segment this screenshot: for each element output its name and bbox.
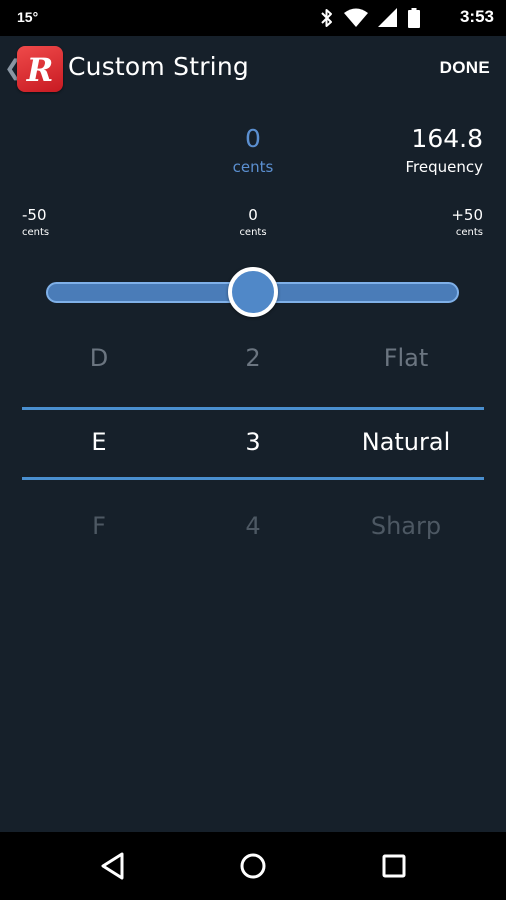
back-triangle-icon	[101, 852, 124, 880]
cell-signal-icon	[378, 8, 397, 27]
picker-selection-line-bottom	[22, 477, 484, 480]
status-time: 3:53	[459, 7, 494, 26]
navigation-bar	[0, 832, 506, 900]
cents-readout-value: 0	[245, 124, 261, 153]
app-logo-icon: R	[26, 51, 54, 89]
scale-mid-value: 0	[248, 206, 258, 224]
recents-square-icon	[382, 854, 406, 878]
nav-home-button[interactable]	[213, 832, 293, 900]
octave-picker-next[interactable]: 4	[203, 512, 303, 540]
scale-min-unit: cents	[22, 227, 50, 238]
app-bar: ❮ R Custom String DONE	[0, 36, 506, 102]
scale-max-value: +50	[451, 206, 483, 224]
status-bar: 15° 3:53	[0, 0, 506, 36]
cents-slider-thumb[interactable]	[227, 267, 278, 317]
scale-mid-unit: cents	[239, 227, 267, 238]
octave-picker-prev[interactable]: 2	[203, 344, 303, 372]
svg-text:R: R	[26, 51, 54, 89]
page-title: Custom String	[68, 52, 249, 81]
bluetooth-icon	[321, 9, 332, 27]
status-temperature: 15°	[17, 9, 39, 25]
scale-max-unit: cents	[455, 227, 483, 238]
status-icons	[320, 8, 420, 28]
wifi-icon	[344, 8, 368, 27]
accidental-picker-prev[interactable]: Flat	[331, 344, 481, 372]
octave-picker-selected[interactable]: 3	[203, 428, 303, 456]
note-picker-next[interactable]: F	[49, 512, 149, 540]
frequency-readout-value: 164.8	[411, 124, 483, 153]
accidental-picker-selected[interactable]: Natural	[331, 428, 481, 456]
screen: 15° 3:53 ❮ R Custom String DONE 0 cents …	[0, 0, 506, 900]
scale-min-value: -50	[22, 206, 47, 224]
note-picker-prev[interactable]: D	[49, 344, 149, 372]
battery-icon	[408, 8, 420, 28]
done-button[interactable]: DONE	[440, 58, 490, 78]
note-picker-selected[interactable]: E	[49, 428, 149, 456]
home-circle-icon	[240, 853, 266, 879]
nav-back-button[interactable]	[72, 832, 152, 900]
app-logo[interactable]: R	[17, 46, 63, 92]
nav-recents-button[interactable]	[353, 832, 433, 900]
accidental-picker-next[interactable]: Sharp	[331, 512, 481, 540]
frequency-readout-label: Frequency	[405, 158, 484, 176]
picker-selection-line-top	[22, 407, 484, 410]
cents-readout-label: cents	[232, 158, 274, 176]
